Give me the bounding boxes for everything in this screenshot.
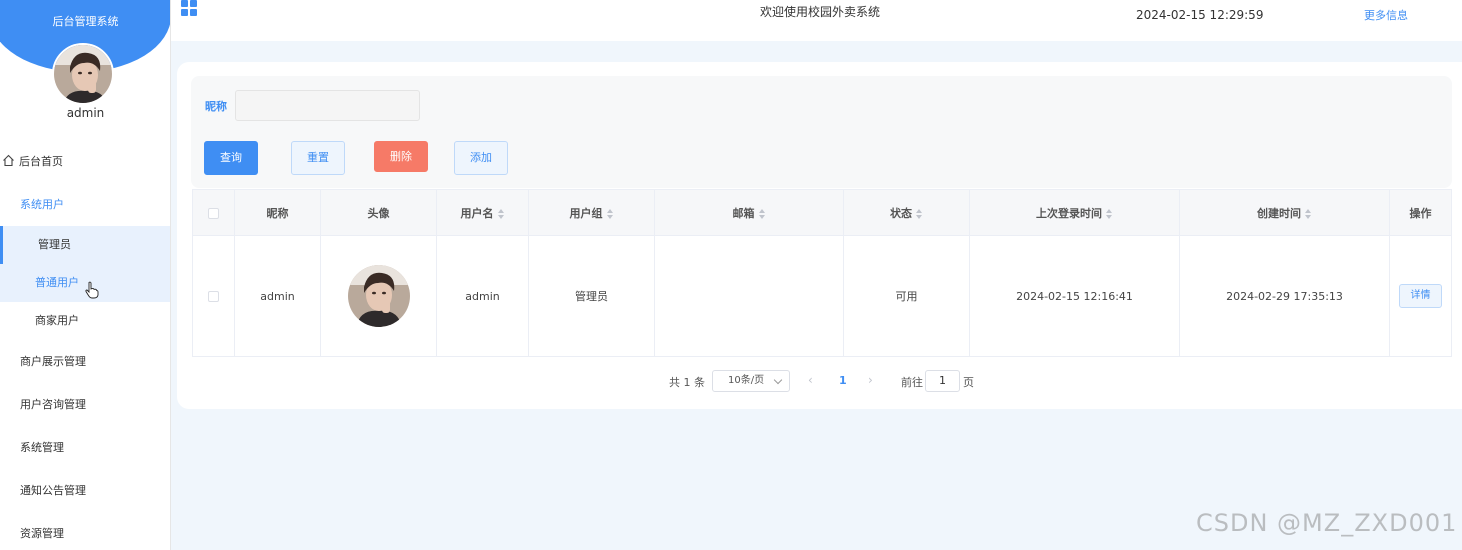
sort-icon[interactable] — [916, 208, 923, 219]
user-name: admin — [66, 106, 105, 120]
sort-icon[interactable] — [497, 208, 505, 219]
sidebar-item-resource-manage[interactable]: 资源管理 — [0, 512, 170, 550]
sidebar-item-system-manage[interactable]: 系统管理 — [0, 426, 170, 469]
user-avatar[interactable] — [52, 43, 114, 105]
table-header-row: 昵称 头像 用户名 用户组 邮箱 状态 上次登录时间 创建时间 操作 — [192, 189, 1452, 236]
cell-last-login: 2024-02-15 12:16:41 — [969, 235, 1180, 357]
sort-icon[interactable] — [1106, 208, 1113, 219]
prev-page-icon[interactable]: ‹ — [808, 373, 813, 387]
chevron-down-icon — [773, 375, 783, 385]
pagination-total: 共 1 条 — [669, 376, 705, 389]
grid-menu-icon[interactable] — [181, 0, 198, 17]
col-email[interactable]: 邮箱 — [654, 189, 844, 236]
reset-button[interactable]: 重置 — [291, 141, 345, 175]
more-info-link[interactable]: 更多信息 — [1364, 7, 1408, 23]
sidebar-item-label: 系统管理 — [20, 441, 64, 454]
col-actions: 操作 — [1389, 189, 1452, 236]
goto-page-input[interactable]: 1 — [925, 370, 960, 392]
select-all-checkbox[interactable] — [208, 207, 219, 219]
hand-cursor-icon — [85, 281, 99, 299]
row-checkbox[interactable] — [208, 291, 219, 302]
col-avatar: 头像 — [320, 189, 437, 236]
cell-created: 2024-02-29 17:35:13 — [1179, 235, 1390, 357]
page-number[interactable]: 1 — [839, 374, 847, 387]
col-status[interactable]: 状态 — [843, 189, 970, 236]
add-button[interactable]: 添加 — [454, 141, 508, 175]
users-table: 昵称 头像 用户名 用户组 邮箱 状态 上次登录时间 创建时间 操作 admin — [192, 189, 1452, 357]
cell-nickname: admin — [234, 235, 321, 357]
sort-icon[interactable] — [1305, 208, 1312, 219]
select-all-cell[interactable] — [192, 189, 235, 236]
col-last-login[interactable]: 上次登录时间 — [969, 189, 1180, 236]
next-page-icon[interactable]: › — [868, 373, 873, 387]
detail-button[interactable]: 详情 — [1399, 284, 1442, 308]
content-card: 昵称 查询 重置 删除 添加 昵称 头像 用户名 用户组 邮箱 状态 上次登录时… — [177, 62, 1462, 409]
cell-avatar — [320, 235, 437, 357]
search-panel: 昵称 查询 重置 删除 添加 — [191, 76, 1452, 188]
sidebar-item-label: 普通用户 — [35, 276, 79, 289]
sidebar-item-label: 用户咨询管理 — [20, 398, 86, 411]
goto-label: 前往 — [901, 376, 923, 389]
cell-email — [654, 235, 844, 357]
page-size-select[interactable]: 10条/页 — [712, 370, 790, 392]
sidebar-item-label: 商户展示管理 — [20, 355, 86, 368]
sidebar-item-notice-manage[interactable]: 通知公告管理 — [0, 469, 170, 512]
sidebar-item-home[interactable]: 后台首页 — [0, 140, 170, 183]
sort-icon[interactable] — [606, 208, 614, 219]
watermark: CSDN @MZ_ZXD001 — [1196, 509, 1458, 537]
sidebar-item-label: 管理员 — [38, 238, 71, 251]
col-nickname: 昵称 — [234, 189, 321, 236]
cell-actions: 详情 — [1389, 235, 1452, 357]
table-row: admin admin 管理员 可用 2024-02-15 12:16:41 2… — [192, 235, 1452, 357]
sort-icon[interactable] — [758, 208, 766, 219]
sidebar-item-label: 系统用户 — [20, 198, 64, 211]
nickname-label: 昵称 — [205, 100, 227, 113]
home-icon — [3, 154, 14, 167]
delete-button[interactable]: 删除 — [374, 141, 428, 172]
sidebar: 后台管理系统 admin 后台首页 系统用户 管理员 普通用户 商家用户 商户展… — [0, 0, 171, 550]
sidebar-item-system-users[interactable]: 系统用户 — [0, 183, 170, 226]
cell-user-group: 管理员 — [528, 235, 655, 357]
nickname-input[interactable] — [235, 90, 420, 121]
col-username[interactable]: 用户名 — [436, 189, 529, 236]
sidebar-item-label: 通知公告管理 — [20, 484, 86, 497]
topbar: 欢迎使用校园外卖系统 2024-02-15 12:29:59 更多信息 — [171, 0, 1462, 41]
current-datetime: 2024-02-15 12:29:59 — [1136, 8, 1264, 22]
sidebar-menu: 后台首页 系统用户 管理员 普通用户 商家用户 商户展示管理 用户咨询管理 系统… — [0, 140, 170, 550]
cell-status: 可用 — [843, 235, 970, 357]
col-user-group[interactable]: 用户组 — [528, 189, 655, 236]
page-size-value: 10条/页 — [728, 375, 765, 386]
sidebar-item-label: 商家用户 — [35, 314, 79, 327]
cell-username: admin — [436, 235, 529, 357]
col-created[interactable]: 创建时间 — [1179, 189, 1390, 236]
pagination: 共 1 条 10条/页 ‹ 1 › 前往 1 页 — [177, 370, 1462, 392]
row-select-cell[interactable] — [192, 235, 235, 357]
sidebar-item-merchant-display[interactable]: 商户展示管理 — [0, 340, 170, 383]
brand-title: 后台管理系统 — [52, 15, 119, 28]
welcome-title: 欢迎使用校园外卖系统 — [760, 5, 881, 19]
sidebar-item-label: 资源管理 — [20, 527, 64, 540]
sidebar-item-label: 后台首页 — [19, 155, 63, 168]
sidebar-subitem-normal-users[interactable]: 普通用户 — [0, 264, 170, 302]
goto-suffix: 页 — [963, 376, 974, 389]
query-button[interactable]: 查询 — [204, 141, 258, 175]
sidebar-item-user-consult[interactable]: 用户咨询管理 — [0, 383, 170, 426]
row-avatar — [347, 265, 410, 327]
sidebar-subitem-merchant-users[interactable]: 商家用户 — [0, 302, 170, 340]
sidebar-subitem-admin[interactable]: 管理员 — [0, 226, 170, 264]
